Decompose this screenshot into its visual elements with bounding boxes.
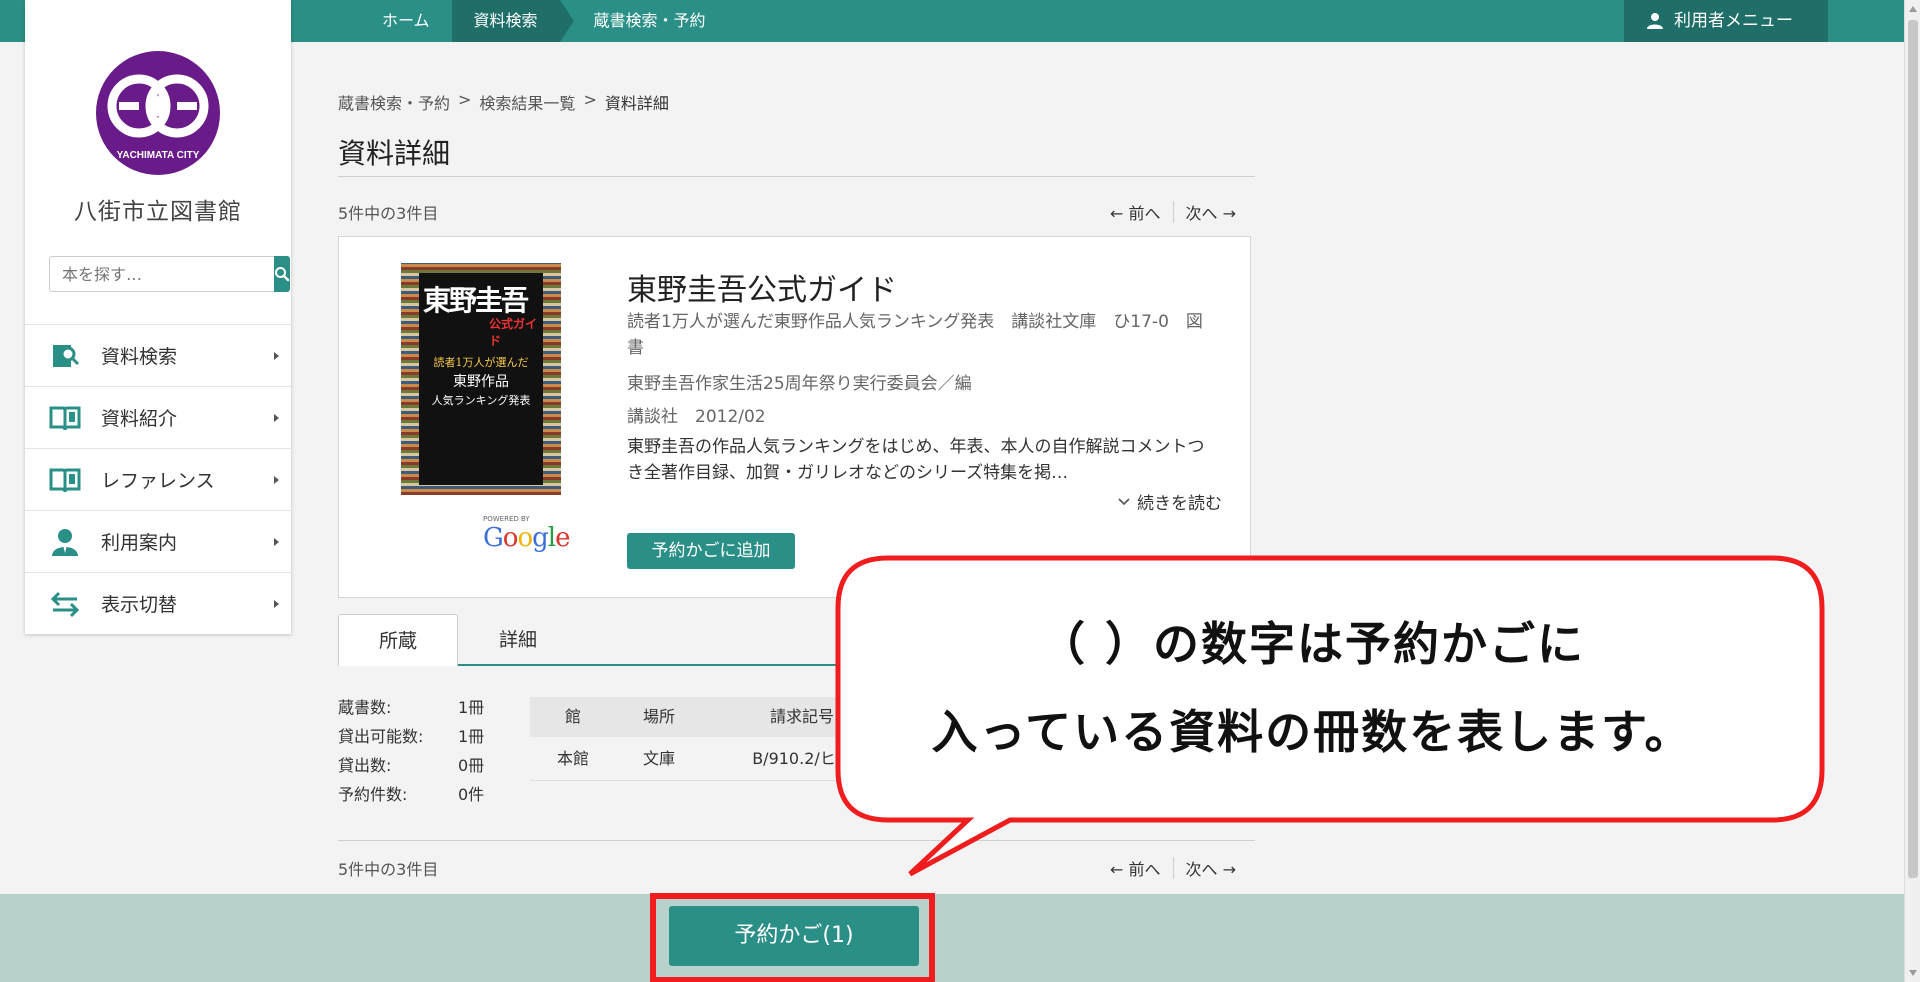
callout-bubble — [835, 555, 1825, 877]
callout-text: （ ）の数字は予約かごに 入っている資料の冊数を表します。 — [842, 600, 1782, 776]
callout-line: 入っている資料の冊数を表します。 — [931, 705, 1693, 759]
callout-line: （ ）の数字は予約かごに — [1038, 617, 1585, 671]
